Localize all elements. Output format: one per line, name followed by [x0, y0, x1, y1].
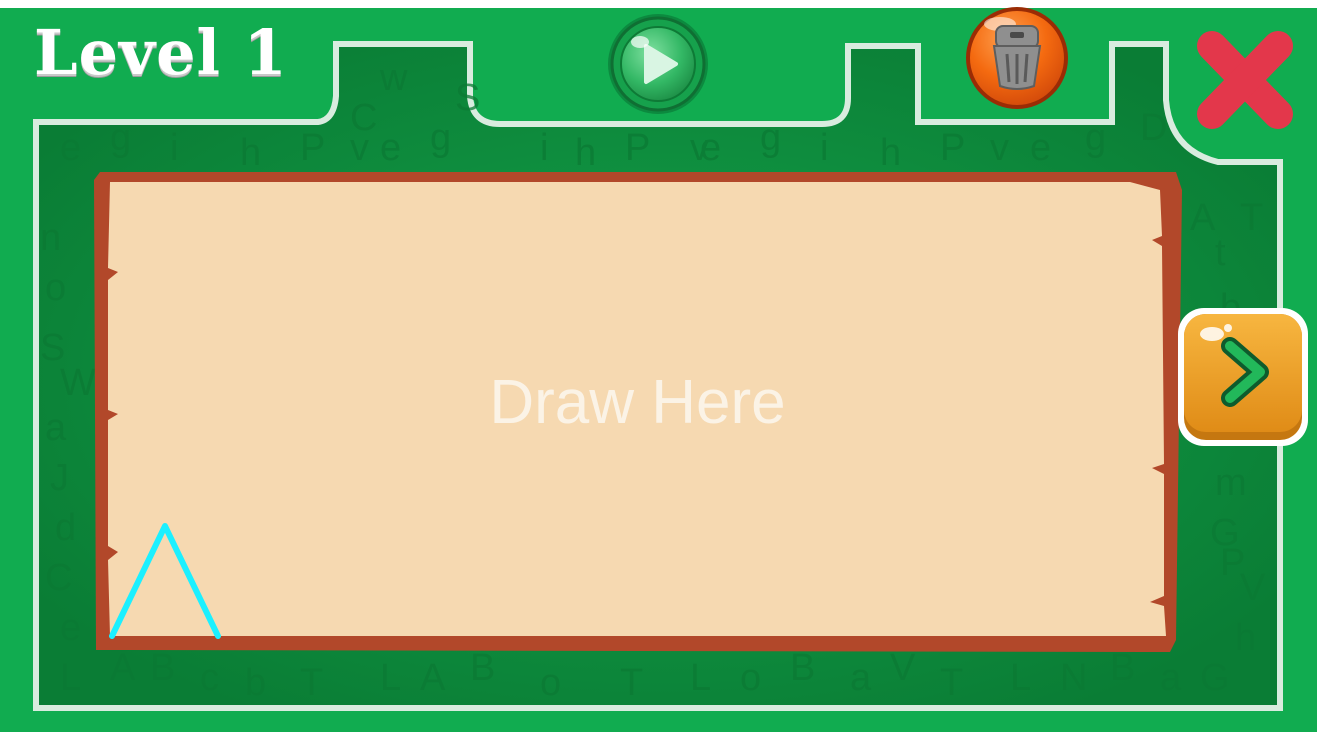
- next-button[interactable]: [1178, 308, 1308, 446]
- svg-text:a: a: [45, 407, 67, 449]
- svg-text:g: g: [430, 117, 451, 159]
- svg-text:G: G: [1200, 657, 1230, 699]
- svg-text:h: h: [1235, 617, 1256, 659]
- svg-text:d: d: [55, 507, 76, 549]
- svg-text:g: g: [110, 117, 131, 159]
- svg-text:m: m: [1215, 462, 1247, 504]
- svg-text:L: L: [380, 657, 401, 699]
- svg-text:e: e: [700, 127, 721, 169]
- svg-text:o: o: [540, 662, 561, 704]
- svg-text:i: i: [820, 127, 828, 169]
- svg-text:g: g: [760, 117, 781, 159]
- svg-text:P: P: [625, 127, 650, 169]
- svg-text:B: B: [470, 647, 495, 689]
- svg-text:g: g: [1085, 117, 1106, 159]
- svg-text:D: D: [1140, 107, 1167, 149]
- svg-text:A: A: [1190, 197, 1216, 239]
- svg-text:a: a: [1160, 657, 1182, 699]
- svg-text:T: T: [620, 662, 643, 704]
- svg-text:T: T: [1240, 197, 1263, 239]
- svg-text:N: N: [1060, 657, 1087, 699]
- top-edge: [0, 0, 1317, 8]
- svg-text:B: B: [790, 647, 815, 689]
- svg-text:a: a: [850, 657, 872, 699]
- svg-text:L: L: [690, 657, 711, 699]
- svg-text:L: L: [1010, 657, 1031, 699]
- svg-text:i: i: [170, 127, 178, 169]
- svg-text:S: S: [455, 77, 480, 119]
- trash-button[interactable]: [966, 7, 1068, 109]
- draw-here-hint: Draw Here: [489, 368, 786, 437]
- svg-text:e: e: [60, 607, 81, 649]
- svg-text:e: e: [60, 127, 81, 169]
- bottom-edge: [0, 732, 1317, 742]
- svg-text:V: V: [1240, 567, 1266, 609]
- svg-text:h: h: [240, 132, 261, 174]
- game-screen: egi hPv egC wSi hPv egi hPv egD TAt bmG …: [0, 0, 1317, 742]
- svg-text:P: P: [300, 127, 325, 169]
- svg-text:A: A: [110, 647, 136, 689]
- svg-text:B: B: [150, 647, 175, 689]
- svg-text:T: T: [940, 662, 963, 704]
- svg-text:A: A: [420, 657, 446, 699]
- svg-text:B: B: [1110, 647, 1135, 689]
- play-button[interactable]: [608, 14, 708, 114]
- svg-text:t: t: [1215, 232, 1226, 274]
- svg-text:v: v: [990, 127, 1009, 169]
- svg-text:w: w: [379, 57, 408, 99]
- svg-text:o: o: [740, 657, 761, 699]
- svg-text:n: n: [40, 217, 61, 259]
- svg-text:h: h: [880, 132, 901, 174]
- level-title: Level 1: [34, 16, 288, 89]
- svg-text:b: b: [245, 662, 266, 704]
- svg-text:e: e: [380, 127, 401, 169]
- svg-text:L: L: [60, 657, 81, 699]
- svg-text:C: C: [350, 97, 377, 139]
- svg-text:i: i: [540, 127, 548, 169]
- svg-text:c: c: [200, 657, 219, 699]
- svg-text:W: W: [60, 362, 96, 404]
- svg-text:V: V: [890, 647, 916, 689]
- svg-text:J: J: [50, 457, 69, 499]
- trash-icon: [992, 25, 1042, 90]
- svg-text:h: h: [575, 132, 596, 174]
- svg-text:e: e: [1030, 127, 1051, 169]
- svg-text:C: C: [45, 557, 72, 599]
- svg-text:T: T: [300, 662, 323, 704]
- svg-text:P: P: [940, 127, 965, 169]
- svg-text:o: o: [45, 267, 66, 309]
